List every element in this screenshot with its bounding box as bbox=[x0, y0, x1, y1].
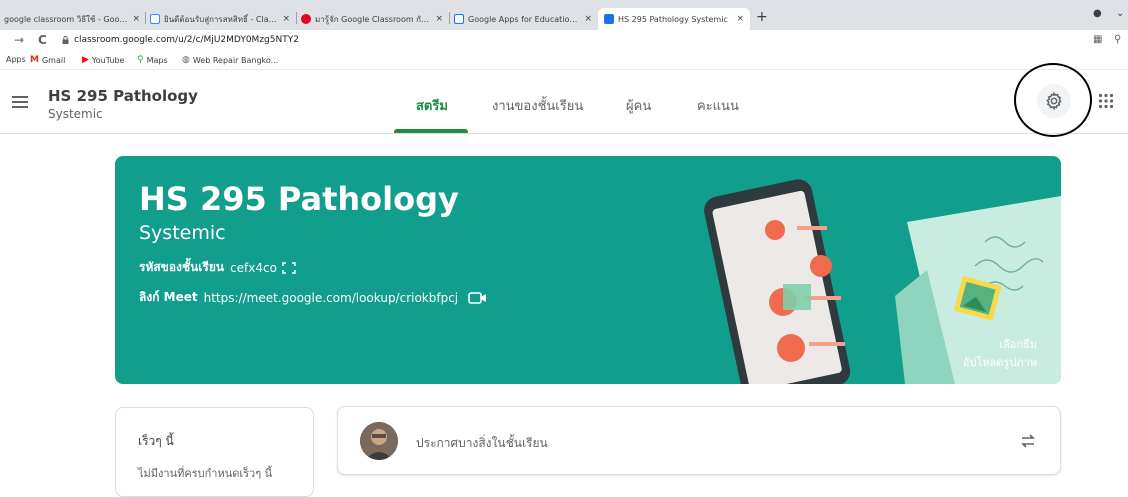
meet-label: ลิงก์ Meet bbox=[139, 290, 198, 304]
active-tab-indicator bbox=[394, 129, 468, 133]
upcoming-card: เร็วๆ นี้ ไม่มีงานที่ครบกำหนดเร็วๆ นี้ bbox=[115, 407, 314, 497]
classroom-header: HS 295 Pathology Systemic สตรีม งานของชั… bbox=[0, 70, 1128, 134]
close-icon[interactable]: × bbox=[584, 14, 592, 24]
tab-divider bbox=[145, 12, 146, 24]
new-tab-button[interactable]: + bbox=[756, 9, 768, 25]
classroom-favicon-icon bbox=[604, 14, 614, 24]
address-bar: → C classroom.google.com/u/2/c/MjU2MDY0M… bbox=[0, 30, 1128, 52]
tab-divider bbox=[449, 12, 450, 24]
class-title[interactable]: HS 295 Pathology bbox=[48, 87, 198, 105]
bookmark-label: Web Repair Bangko... bbox=[192, 55, 279, 65]
bookmark-label: Apps bbox=[6, 55, 26, 64]
reload-icon[interactable]: C bbox=[38, 33, 47, 47]
bookmark-youtube[interactable]: ▶ YouTube bbox=[82, 55, 124, 65]
tab-divider bbox=[296, 12, 297, 24]
youtube-icon: ▶ bbox=[82, 55, 89, 65]
highlight-circle bbox=[1014, 63, 1092, 137]
profile-icon[interactable]: ● bbox=[1093, 8, 1102, 19]
tab-title: ยินดีต้อนรับสู่การสหสิทธิ์ - Classroom bbox=[164, 14, 278, 24]
banner-subtitle: Systemic bbox=[139, 222, 226, 244]
browser-tab-bar: google classroom วิธีใช้ - Google × ยินด… bbox=[0, 0, 1128, 30]
google-favicon-icon bbox=[150, 14, 160, 24]
bookmark-label: Gmail bbox=[41, 55, 66, 65]
bookmark-label: YouTube bbox=[91, 55, 125, 65]
class-code-row: รหัสของชั้นเรียน cefx4co bbox=[139, 258, 296, 277]
fullscreen-icon[interactable] bbox=[282, 261, 296, 274]
class-code-value[interactable]: cefx4co bbox=[230, 261, 277, 275]
pinterest-favicon-icon bbox=[301, 14, 311, 24]
bookmark-web-repair[interactable]: ◍ Web Repair Bangko... bbox=[182, 55, 278, 65]
maps-icon: ⚲ bbox=[137, 55, 144, 65]
tab-title: Google Apps for Education คืออะไร bbox=[468, 14, 580, 24]
chevron-down-icon[interactable]: ⌄ bbox=[1116, 8, 1124, 19]
repost-icon[interactable] bbox=[1018, 431, 1038, 451]
docs-favicon-icon bbox=[454, 14, 464, 24]
class-code-label: รหัสของชั้นเรียน bbox=[139, 260, 225, 274]
close-icon[interactable]: × bbox=[282, 14, 290, 24]
video-camera-icon[interactable] bbox=[468, 291, 488, 305]
bookmark-label: Maps bbox=[146, 55, 168, 65]
bookmark-maps[interactable]: ⚲ Maps bbox=[137, 55, 168, 65]
browser-tab[interactable]: มารู้จัก Google Classroom กันเถอะ × bbox=[301, 8, 443, 30]
close-icon[interactable]: × bbox=[736, 14, 744, 24]
upload-photo-link[interactable]: อัปโหลดรูปภาพ bbox=[963, 353, 1037, 371]
bookmarks-bar: Apps M Gmail ▶ YouTube ⚲ Maps ◍ Web Repa… bbox=[0, 52, 1128, 70]
tab-title: มารู้จัก Google Classroom กันเถอะ bbox=[315, 14, 432, 24]
announce-box[interactable]: ประกาศบางสิ่งในชั้นเรียน bbox=[337, 406, 1061, 475]
extension-icon[interactable]: ▦ bbox=[1093, 34, 1102, 45]
globe-icon: ◍ bbox=[182, 55, 190, 65]
tab-title: google classroom วิธีใช้ - Google bbox=[4, 14, 129, 24]
tab-stream[interactable]: สตรีม bbox=[416, 95, 448, 116]
back-icon[interactable]: → bbox=[14, 33, 24, 47]
close-icon[interactable]: × bbox=[435, 14, 443, 24]
browser-tab[interactable]: google classroom วิธีใช้ - Google × bbox=[4, 8, 140, 30]
tab-people[interactable]: ผู้คน bbox=[626, 95, 651, 116]
close-icon[interactable]: × bbox=[132, 14, 140, 24]
meet-link[interactable]: https://meet.google.com/lookup/criokbfpc… bbox=[204, 291, 459, 305]
browser-tab[interactable]: Google Apps for Education คืออะไร × bbox=[454, 8, 592, 30]
bookmark-gmail[interactable]: M Gmail bbox=[30, 55, 65, 65]
announce-placeholder[interactable]: ประกาศบางสิ่งในชั้นเรียน bbox=[416, 434, 548, 453]
lock-icon bbox=[62, 36, 69, 44]
gmail-icon: M bbox=[30, 55, 39, 65]
menu-icon[interactable] bbox=[12, 96, 28, 108]
class-subtitle: Systemic bbox=[48, 107, 103, 121]
class-banner: HS 295 Pathology Systemic รหัสของชั้นเรี… bbox=[115, 156, 1061, 384]
url-field[interactable]: classroom.google.com/u/2/c/MjU2MDY0Mzg5N… bbox=[74, 35, 299, 45]
avatar bbox=[360, 422, 398, 460]
banner-title: HS 295 Pathology bbox=[139, 180, 459, 218]
upcoming-empty-text: ไม่มีงานที่ครบกำหนดเร็วๆ นี้ bbox=[138, 467, 273, 480]
browser-tab-active[interactable]: HS 295 Pathology Systemic × bbox=[598, 8, 750, 30]
tab-classwork[interactable]: งานของชั้นเรียน bbox=[492, 95, 583, 116]
avatar-photo bbox=[360, 422, 398, 460]
upcoming-title: เร็วๆ นี้ bbox=[138, 434, 174, 448]
tab-title: HS 295 Pathology Systemic bbox=[618, 14, 728, 24]
select-theme-link[interactable]: เลือกธีม bbox=[999, 335, 1037, 353]
meet-link-row: ลิงก์ Meet https://meet.google.com/looku… bbox=[139, 288, 488, 307]
bookmark-apps[interactable]: Apps bbox=[6, 55, 26, 64]
tab-grades[interactable]: คะแนน bbox=[697, 95, 739, 116]
browser-tab[interactable]: ยินดีต้อนรับสู่การสหสิทธิ์ - Classroom × bbox=[150, 8, 290, 30]
apps-grid-icon[interactable] bbox=[1098, 93, 1114, 109]
zoom-icon[interactable]: ⚲ bbox=[1114, 34, 1121, 45]
